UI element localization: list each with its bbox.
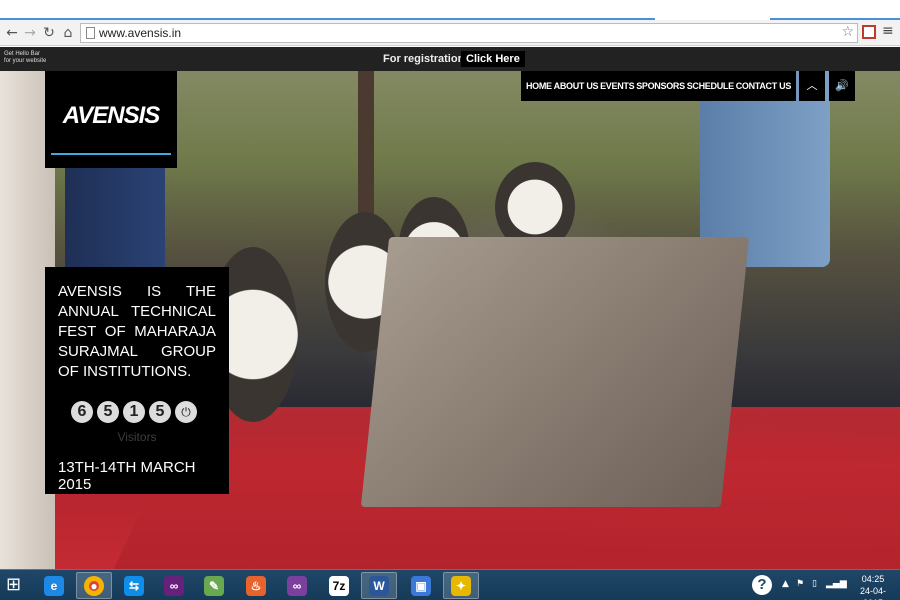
word-icon[interactable]: W bbox=[361, 572, 397, 599]
logo-underline bbox=[51, 153, 171, 155]
logo-text: AVENSIS bbox=[62, 102, 161, 129]
bg-robot-plow bbox=[360, 237, 750, 507]
main-nav: HOME ABOUT US EVENTS SPONSORS SCHEDULE C… bbox=[521, 71, 796, 101]
internet-explorer-icon[interactable]: e bbox=[36, 572, 72, 599]
url-text: www.avensis.in bbox=[99, 26, 182, 40]
page-icon bbox=[86, 27, 95, 39]
back-arrow-icon[interactable]: ← bbox=[4, 24, 20, 42]
hellobar-brand[interactable]: Get Hello Bar for your website bbox=[4, 51, 46, 65]
counter-digit: 5 bbox=[97, 401, 119, 423]
browser-toolbar: ← → ↻ ⌂ www.avensis.in ☆ ≡ bbox=[0, 20, 900, 46]
help-icon[interactable]: ? bbox=[752, 575, 772, 595]
speaker-icon[interactable]: 🔊 bbox=[829, 71, 855, 101]
bookmark-star-icon[interactable]: ☆ bbox=[841, 24, 854, 40]
nav-about-us[interactable]: ABOUT US bbox=[554, 81, 599, 91]
tray-arrow-icon[interactable]: ▲ bbox=[782, 579, 789, 589]
chrome-icon[interactable]: ● bbox=[76, 572, 112, 599]
counter-digit: 1 bbox=[123, 401, 145, 423]
paint-icon[interactable]: ✦ bbox=[443, 572, 479, 599]
logo[interactable]: AVENSIS bbox=[45, 71, 177, 168]
nav-events[interactable]: EVENTS bbox=[600, 81, 635, 91]
signal-icon[interactable]: ▂▄▆ bbox=[826, 579, 847, 589]
hello-bar: Get Hello Bar for your website For regis… bbox=[0, 47, 900, 71]
address-bar[interactable]: www.avensis.in ☆ bbox=[80, 23, 858, 43]
clock[interactable]: 04:25 24-04-2015 bbox=[850, 573, 896, 600]
browser-tabstrip bbox=[0, 0, 900, 20]
reload-icon[interactable]: ↻ bbox=[41, 24, 57, 42]
home-icon[interactable]: ⌂ bbox=[60, 24, 76, 42]
chevron-up-icon[interactable]: ︿ bbox=[799, 71, 825, 101]
clock-time: 04:25 bbox=[861, 574, 885, 584]
windows-start-icon[interactable]: ⊞ bbox=[6, 575, 26, 595]
flame-app-icon[interactable]: ♨ bbox=[238, 572, 274, 599]
click-here-button[interactable]: Click Here bbox=[461, 51, 525, 67]
teamviewer-icon[interactable]: ⇆ bbox=[116, 572, 152, 599]
visitor-counter: 6 5 1 5 ⏻ bbox=[71, 401, 197, 423]
notepad-icon[interactable]: ✎ bbox=[196, 572, 232, 599]
visitors-label: Visitors bbox=[117, 430, 157, 444]
counter-digit: 5 bbox=[149, 401, 171, 423]
bg-post bbox=[358, 67, 374, 217]
fest-description: AVENSIS IS THE ANNUAL TECHNICAL FEST OF … bbox=[58, 283, 216, 380]
visual-studio-icon[interactable]: ∞ bbox=[156, 572, 192, 599]
fest-dates: 13TH-14TH MARCH 2015 bbox=[58, 459, 196, 493]
plug-icon: ⏻ bbox=[175, 401, 197, 423]
info-panel: AVENSIS IS THE ANNUAL TECHNICAL FEST OF … bbox=[45, 267, 229, 494]
battery-icon[interactable]: ▯ bbox=[812, 579, 817, 589]
menu-icon[interactable]: ≡ bbox=[882, 23, 894, 39]
visual-studio-2-icon[interactable]: ∞ bbox=[279, 572, 315, 599]
extension-icon[interactable] bbox=[862, 25, 876, 39]
registration-text: For registration bbox=[383, 53, 465, 65]
nav-home[interactable]: HOME bbox=[526, 81, 552, 91]
nav-contact-us[interactable]: CONTACT US bbox=[736, 81, 792, 91]
forward-arrow-icon[interactable]: → bbox=[22, 24, 38, 42]
clock-date: 24-04-2015 bbox=[859, 586, 886, 600]
seven-zip-icon[interactable]: 7z bbox=[321, 572, 357, 599]
counter-digit: 6 bbox=[71, 401, 93, 423]
nav-sponsors[interactable]: SPONSORS bbox=[636, 81, 685, 91]
nav-schedule[interactable]: SCHEDULE bbox=[687, 81, 734, 91]
windows-taskbar: ⊞ e ● ⇆ ∞ ✎ ♨ ∞ 7z W ▣ ✦ ? ▲ ⚑ ▯ ▂▄▆ 04:… bbox=[0, 569, 900, 600]
flag-icon[interactable]: ⚑ bbox=[796, 579, 804, 589]
network-icon[interactable]: ▣ bbox=[403, 572, 439, 599]
